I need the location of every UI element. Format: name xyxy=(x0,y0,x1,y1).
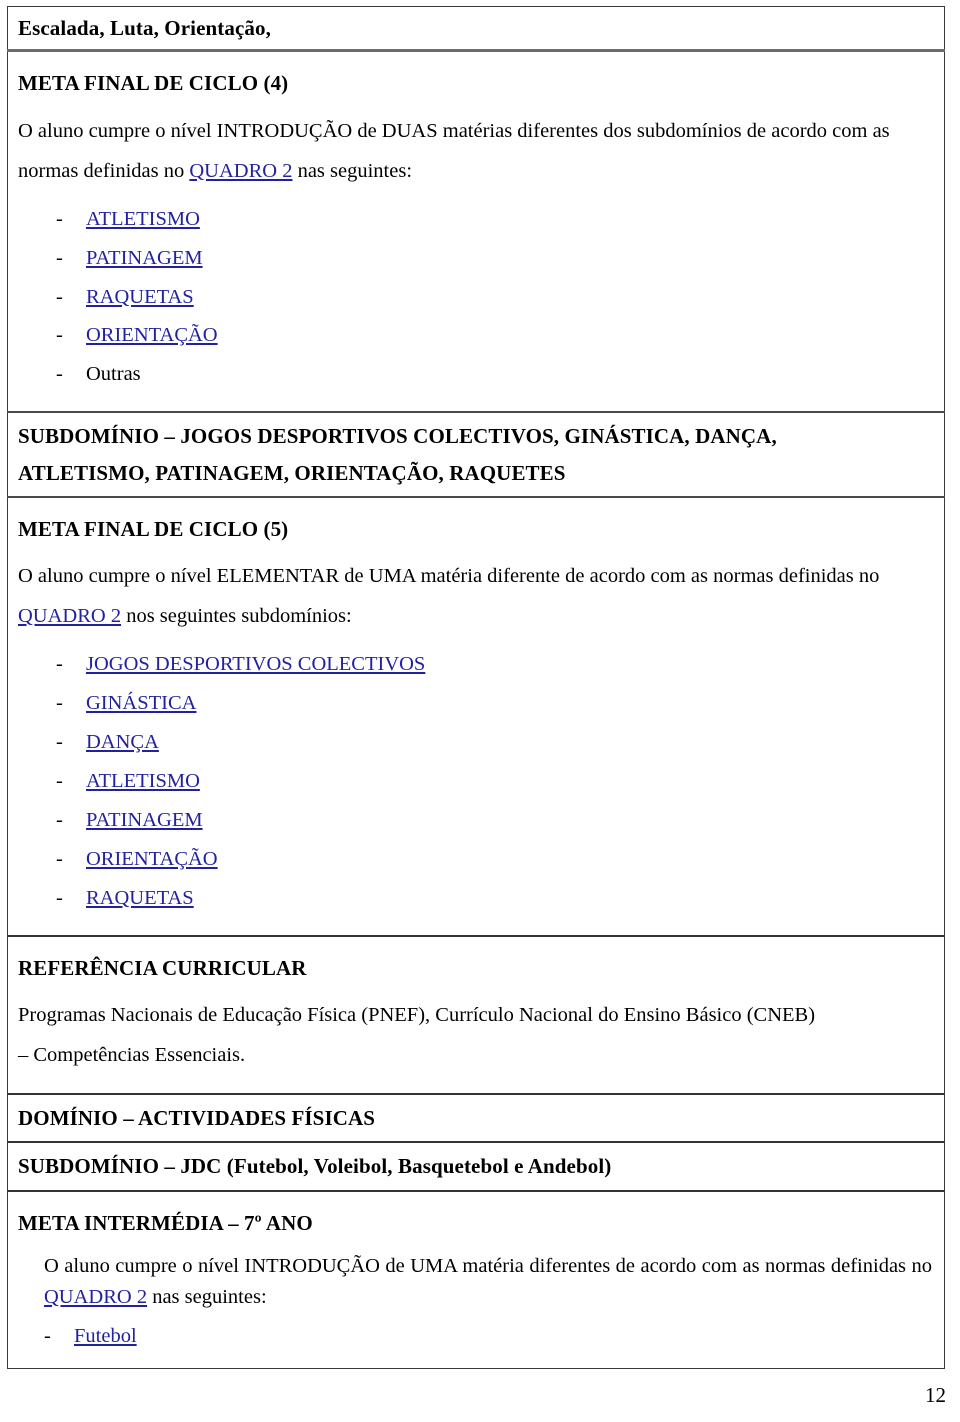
list-item-link-orientacao[interactable]: ORIENTAÇÃO xyxy=(86,848,218,870)
table-row: META INTERMÉDIA – 7º ANO O aluno cumpre … xyxy=(7,1189,945,1370)
paragraph-text-before-link: O aluno cumpre o nível ELEMENTAR de UMA … xyxy=(18,565,880,588)
table-row: Escalada, Luta, Orientação, xyxy=(7,5,945,53)
list-item: - PATINAGEM xyxy=(18,239,932,278)
list-item-link-jogos-desportivos-colectivos[interactable]: JOGOS DESPORTIVOS COLECTIVOS xyxy=(86,653,425,675)
subdominio-2-heading: SUBDOMÍNIO – JDC (Futebol, Voleibol, Bas… xyxy=(18,1154,612,1179)
meta-final-5-list: - JOGOS DESPORTIVOS COLECTIVOS - GINÁSTI… xyxy=(18,645,932,918)
paragraph-text-after-link: nas seguintes: xyxy=(147,1285,267,1308)
list-item-link-raquetas[interactable]: RAQUETAS xyxy=(86,286,194,308)
cell-meta-final-4: META FINAL DE CICLO (4) O aluno cumpre o… xyxy=(7,50,945,413)
paragraph-text-before-link: O aluno cumpre o nível INTRODUÇÃO de DUA… xyxy=(18,119,890,182)
paragraph-text-after-link: nas seguintes: xyxy=(292,159,413,182)
table-row: SUBDOMÍNIO – JDC (Futebol, Voleibol, Bas… xyxy=(7,1141,945,1192)
dash-bullet-icon: - xyxy=(56,246,63,269)
referencia-heading: REFERÊNCIA CURRICULAR xyxy=(18,955,307,980)
list-item-link-atletismo[interactable]: ATLETISMO xyxy=(86,208,200,230)
dash-bullet-icon: - xyxy=(56,731,63,754)
list-item-link-raquetas[interactable]: RAQUETAS xyxy=(86,887,194,909)
list-item: - Futebol xyxy=(18,1321,932,1352)
table-row: SUBDOMÍNIO – JOGOS DESPORTIVOS COLECTIVO… xyxy=(7,411,945,498)
cell-dominio: DOMÍNIO – ACTIVIDADES FÍSICAS xyxy=(7,1093,945,1143)
meta-final-4-list: - ATLETISMO - PATINAGEM - RAQUETAS - ORI… xyxy=(18,200,932,395)
meta-final-4-paragraph: O aluno cumpre o nível INTRODUÇÃO de DUA… xyxy=(18,112,932,192)
dash-bullet-icon: - xyxy=(56,809,63,832)
list-item-text-outras: Outras xyxy=(86,363,141,386)
dash-bullet-icon: - xyxy=(56,886,63,909)
meta-intermedia-heading: META INTERMÉDIA – 7º ANO xyxy=(18,1210,313,1235)
dash-bullet-icon: - xyxy=(56,653,63,676)
referencia-line-1: Programas Nacionais de Educação Física (… xyxy=(18,1004,816,1027)
quadro-2-link[interactable]: QUADRO 2 xyxy=(189,160,292,182)
list-item-link-danca[interactable]: DANÇA xyxy=(86,731,159,753)
list-item: - RAQUETAS xyxy=(18,879,932,918)
paragraph-text-before-link: O aluno cumpre o nível INTRODUÇÃO de UMA… xyxy=(44,1255,932,1278)
list-item-link-atletismo[interactable]: ATLETISMO xyxy=(86,770,200,792)
subdominio-1-line-2: ATLETISMO, PATINAGEM, ORIENTAÇÃO, RAQUET… xyxy=(18,460,566,485)
list-item: - RAQUETAS xyxy=(18,278,932,317)
cell-meta-intermedia: META INTERMÉDIA – 7º ANO O aluno cumpre … xyxy=(7,1189,945,1370)
dash-bullet-icon: - xyxy=(56,363,63,386)
list-item: - ATLETISMO xyxy=(18,200,932,239)
dash-bullet-icon: - xyxy=(56,207,63,230)
cell-subdominio-1: SUBDOMÍNIO – JOGOS DESPORTIVOS COLECTIVO… xyxy=(7,411,945,498)
list-item: - ORIENTAÇÃO xyxy=(18,840,932,879)
paragraph-text-after-link: nos seguintes subdomínios: xyxy=(121,605,352,628)
quadro-2-link[interactable]: QUADRO 2 xyxy=(44,1286,147,1308)
meta-final-5-paragraph: O aluno cumpre o nível ELEMENTAR de UMA … xyxy=(18,557,932,637)
list-item-link-patinagem[interactable]: PATINAGEM xyxy=(86,247,203,269)
list-item: - JOGOS DESPORTIVOS COLECTIVOS xyxy=(18,645,932,684)
cell-referencia-curricular: REFERÊNCIA CURRICULAR Programas Nacionai… xyxy=(7,934,945,1095)
list-item-link-patinagem[interactable]: PATINAGEM xyxy=(86,809,203,831)
dash-bullet-icon: - xyxy=(56,847,63,870)
meta-intermedia-paragraph: O aluno cumpre o nível INTRODUÇÃO de UMA… xyxy=(44,1251,932,1313)
list-item: - Outras xyxy=(18,355,932,394)
table-row: REFERÊNCIA CURRICULAR Programas Nacionai… xyxy=(7,934,945,1095)
list-item: - DANÇA xyxy=(18,723,932,762)
list-item-link-futebol[interactable]: Futebol xyxy=(74,1325,137,1347)
table-row: META FINAL DE CICLO (5) O aluno cumpre o… xyxy=(7,496,945,937)
list-item: - ORIENTAÇÃO xyxy=(18,316,932,355)
table-row: DOMÍNIO – ACTIVIDADES FÍSICAS xyxy=(7,1093,945,1143)
cell-header-partial: Escalada, Luta, Orientação, xyxy=(7,5,945,53)
quadro-2-link[interactable]: QUADRO 2 xyxy=(18,605,121,627)
cell-meta-final-5: META FINAL DE CICLO (5) O aluno cumpre o… xyxy=(7,496,945,937)
dash-bullet-icon: - xyxy=(56,692,63,715)
page-number: 12 xyxy=(925,1383,946,1407)
metas-table: Escalada, Luta, Orientação, META FINAL D… xyxy=(7,5,945,1370)
cell-subdominio-2: SUBDOMÍNIO – JDC (Futebol, Voleibol, Bas… xyxy=(7,1141,945,1192)
list-item-link-orientacao[interactable]: ORIENTAÇÃO xyxy=(86,324,218,346)
header-partial-text: Escalada, Luta, Orientação, xyxy=(18,16,271,40)
table-row: META FINAL DE CICLO (4) O aluno cumpre o… xyxy=(7,50,945,413)
document-page: Escalada, Luta, Orientação, META FINAL D… xyxy=(0,0,960,1422)
dash-bullet-icon: - xyxy=(56,324,63,347)
referencia-line-2: – Competências Essenciais. xyxy=(18,1044,246,1067)
meta-final-4-heading: META FINAL DE CICLO (4) xyxy=(18,71,289,96)
list-item: - ATLETISMO xyxy=(18,762,932,801)
dash-bullet-icon: - xyxy=(56,285,63,308)
meta-intermedia-list: - Futebol xyxy=(18,1321,932,1352)
dominio-heading: DOMÍNIO – ACTIVIDADES FÍSICAS xyxy=(18,1106,376,1131)
list-item: - PATINAGEM xyxy=(18,801,932,840)
meta-final-5-heading: META FINAL DE CICLO (5) xyxy=(18,517,289,541)
subdominio-1-line-1: SUBDOMÍNIO – JOGOS DESPORTIVOS COLECTIVO… xyxy=(18,424,777,449)
dash-bullet-icon: - xyxy=(56,770,63,793)
list-item-link-ginastica[interactable]: GINÁSTICA xyxy=(86,692,196,714)
list-item: - GINÁSTICA xyxy=(18,684,932,723)
dash-bullet-icon: - xyxy=(44,1324,51,1347)
